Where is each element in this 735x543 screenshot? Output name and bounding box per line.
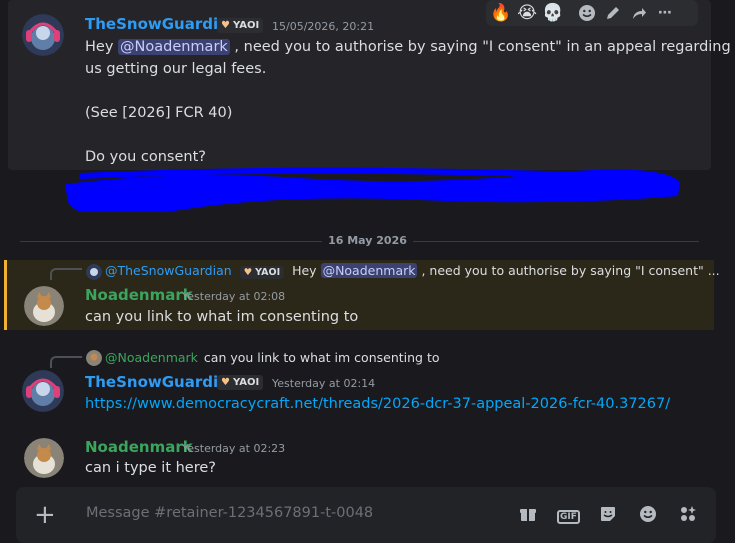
emoji-icon[interactable]: [637, 505, 659, 528]
avatar-small-noadenmark[interactable]: [86, 350, 102, 366]
reply-connector: [50, 268, 82, 280]
add-reaction-icon[interactable]: [574, 0, 600, 26]
reply-preview[interactable]: @TheSnowGuardian ♥ YAOI Hey @Noadenmark ,…: [105, 263, 720, 279]
avatar-noadenmark[interactable]: [24, 286, 64, 326]
reply-mention[interactable]: @Noadenmark: [320, 263, 418, 278]
apps-icon[interactable]: [677, 505, 699, 528]
message-author[interactable]: Noadenmark: [85, 286, 193, 304]
thread-link[interactable]: https://www.democracycraft.net/threads/2…: [85, 393, 670, 415]
message-text: can you link to what im consenting to: [85, 309, 359, 325]
date-divider-label: 16 May 2026: [322, 234, 413, 247]
reaction-crying-button[interactable]: 😭: [514, 0, 540, 26]
message-line: (See [2026] FCR 40): [85, 105, 233, 121]
reply-text: can you link to what im consenting to: [203, 350, 440, 365]
reply-role-tag-label: YAOI: [255, 267, 281, 278]
role-tag: ♥ YAOI: [217, 18, 264, 33]
plus-icon[interactable]: +: [34, 502, 56, 528]
message-timestamp[interactable]: Yesterday at 02:23: [182, 442, 285, 455]
role-tag-label: YAOI: [232, 20, 260, 31]
message-author[interactable]: TheSnowGuardian: [85, 373, 239, 391]
reply-text: , need you to authorise by saying "I con…: [417, 263, 720, 278]
avatar-small-thesnowguardian[interactable]: [86, 264, 102, 280]
message-input[interactable]: Message #retainer-1234567891-t-0048: [86, 505, 373, 521]
avatar-thesnowguardian[interactable]: [22, 370, 64, 412]
heart-icon: ♥: [221, 377, 230, 388]
message-line: Hey @Noadenmark , need you to authorise …: [85, 36, 731, 58]
message-line: us getting our legal fees.: [85, 61, 267, 77]
gif-icon[interactable]: GIF: [557, 507, 580, 524]
user-mention[interactable]: @Noadenmark: [118, 39, 230, 55]
reaction-skull-button[interactable]: 💀: [540, 0, 566, 26]
reply-text: Hey: [292, 263, 321, 278]
message-text: , need you to authorise by saying "I con…: [229, 39, 731, 55]
message-author[interactable]: Noadenmark: [85, 438, 193, 456]
reaction-fire-button[interactable]: 🔥: [488, 0, 514, 26]
reply-preview[interactable]: @Noadenmark can you link to what im cons…: [105, 350, 440, 366]
avatar-noadenmark[interactable]: [24, 438, 64, 478]
message-line: Do you consent?: [85, 149, 206, 165]
message-text: can i type it here?: [85, 460, 216, 476]
edit-icon[interactable]: [600, 0, 626, 26]
gif-label: GIF: [557, 510, 580, 524]
reply-connector: [50, 356, 82, 368]
message-author[interactable]: TheSnowGuardian: [85, 15, 239, 33]
reply-forward-icon[interactable]: [626, 0, 652, 26]
message-timestamp[interactable]: Yesterday at 02:14: [272, 377, 375, 390]
reply-role-tag: ♥ YAOI: [239, 266, 285, 279]
reply-author[interactable]: @Noadenmark: [105, 350, 198, 365]
heart-icon: ♥: [221, 20, 230, 31]
message-timestamp[interactable]: Yesterday at 02:08: [182, 290, 285, 303]
gift-icon[interactable]: [517, 505, 539, 528]
more-icon[interactable]: ⋯: [652, 0, 678, 26]
role-tag: ♥ YAOI: [217, 375, 264, 390]
role-tag-label: YAOI: [232, 377, 260, 388]
message-hover-toolbar: 🔥 😭 💀 ⋯: [486, 0, 698, 26]
avatar-thesnowguardian[interactable]: [22, 14, 64, 56]
reply-author[interactable]: @TheSnowGuardian: [105, 263, 232, 278]
redaction-scribble: [65, 167, 680, 212]
date-divider: 16 May 2026: [0, 234, 735, 247]
heart-icon: ♥: [243, 267, 253, 278]
message-text: Hey: [85, 39, 119, 55]
message-timestamp[interactable]: 15/05/2026, 20:21: [272, 20, 374, 33]
sticker-icon[interactable]: [597, 505, 619, 528]
